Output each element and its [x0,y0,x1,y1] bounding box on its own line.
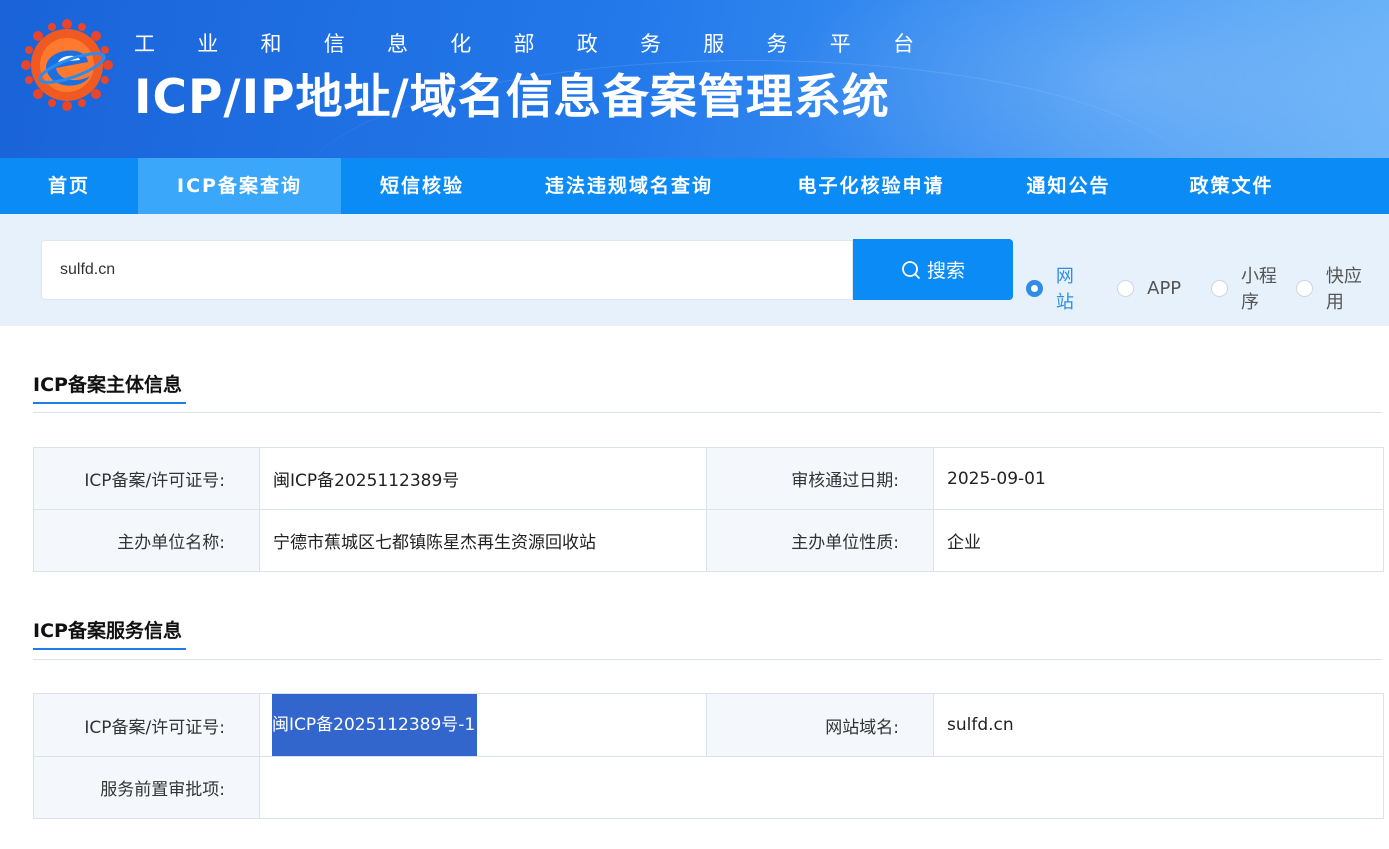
section-divider [33,659,1382,660]
service-license-cell: 闽ICP备2025112389号-1 [259,693,707,757]
table-row: ICP备案/许可证号: 闽ICP备2025112389号 审核通过日期: 202… [33,447,1384,510]
subtitle-char: 平 [829,32,851,56]
section-underline [33,402,186,404]
radio-label: 小程序 [1240,266,1277,313]
organizer-name-label: 主办单位名称: [33,509,260,572]
radio-app[interactable]: APP [1117,278,1181,299]
subtitle-char: 化 [450,32,472,56]
subtitle-char: 和 [260,32,282,56]
table-row: 主办单位名称: 宁德市蕉城区七都镇陈星杰再生资源回收站 主办单位性质: 企业 [33,509,1384,572]
search-button[interactable]: 搜索 [853,239,1013,300]
website-domain-label: 网站域名: [706,693,934,757]
preapproval-label: 服务前置审批项: [33,756,260,819]
ministry-subtitle: 工 业 和 信 息 化 部 政 务 服 务 平 台 [134,28,914,58]
nav-item-sms-verify[interactable]: 短信核验 [341,158,503,214]
radio-label: 网站 [1055,266,1074,313]
license-number-label: ICP备案/许可证号: [33,447,260,510]
subtitle-char: 务 [640,32,661,56]
section-divider [33,412,1382,413]
section-underline [33,648,186,650]
subtitle-char: 息 [387,32,408,56]
radio-label: APP [1147,277,1182,299]
search-band: sulfd.cn 搜索 网站 APP 小程序 快应用 [0,214,1389,326]
radio-quick-app[interactable]: 快应用 [1296,262,1379,314]
subtitle-char: 业 [197,32,219,56]
main-nav: 首页 ICP备案查询 短信核验 违法违规域名查询 电子化核验申请 通知公告 政策… [0,158,1389,214]
radio-website[interactable]: 网站 [1026,262,1091,314]
radio-unchecked-icon [1296,279,1313,297]
search-type-radio-group: 网站 APP 小程序 快应用 [1026,266,1389,313]
search-input[interactable]: sulfd.cn [41,240,853,300]
search-icon [902,260,920,279]
subtitle-char: 政 [576,32,598,56]
website-domain-value: sulfd.cn [933,693,1384,757]
system-title: ICP/IP地址/域名信息备案管理系统 [134,70,890,125]
nav-item-home[interactable]: 首页 [0,158,138,214]
section-title-service-info: ICP备案服务信息 [33,620,182,642]
search-button-label: 搜索 [926,260,965,282]
service-info-table: ICP备案/许可证号: 闽ICP备2025112389号-1 网站域名: sul… [33,693,1384,819]
service-license-label: ICP备案/许可证号: [33,693,260,757]
subtitle-char: 部 [513,32,535,56]
organizer-type-label: 主办单位性质: [706,509,934,572]
subtitle-char: 服 [703,32,725,56]
subtitle-char: 信 [323,32,345,56]
subtitle-char: 务 [766,32,788,56]
header-banner: 工 业 和 信 息 化 部 政 务 服 务 平 台 ICP/IP地址/域名信息备… [0,0,1389,158]
nav-item-notices[interactable]: 通知公告 [987,158,1150,214]
approval-date-label: 审核通过日期: [706,447,934,510]
radio-mini-program[interactable]: 小程序 [1211,262,1294,314]
miit-gear-logo-icon [21,19,113,111]
radio-checked-icon [1026,279,1043,297]
nav-item-illegal-domain-query[interactable]: 违法违规域名查询 [503,158,755,214]
nav-item-e-verify-apply[interactable]: 电子化核验申请 [755,158,987,214]
radio-unchecked-icon [1117,279,1135,297]
license-number-value: 闽ICP备2025112389号 [259,447,707,510]
organizer-type-value: 企业 [933,509,1384,572]
table-row: 服务前置审批项: [33,756,1384,819]
section-title-subject-info: ICP备案主体信息 [33,374,182,396]
approval-date-value: 2025-09-01 [933,447,1384,510]
organizer-name-value: 宁德市蕉城区七都镇陈星杰再生资源回收站 [259,509,707,572]
radio-unchecked-icon [1211,279,1228,297]
preapproval-value [259,756,1384,819]
table-row: ICP备案/许可证号: 闽ICP备2025112389号-1 网站域名: sul… [33,693,1384,757]
radio-label: 快应用 [1325,266,1362,313]
subject-info-table: ICP备案/许可证号: 闽ICP备2025112389号 审核通过日期: 202… [33,447,1384,572]
nav-item-icp-query[interactable]: ICP备案查询 [138,158,341,214]
service-license-value-selected[interactable]: 闽ICP备2025112389号-1 [272,694,478,756]
subtitle-char: 台 [893,32,914,56]
nav-item-policy-docs[interactable]: 政策文件 [1150,158,1313,214]
subtitle-char: 工 [134,32,155,56]
